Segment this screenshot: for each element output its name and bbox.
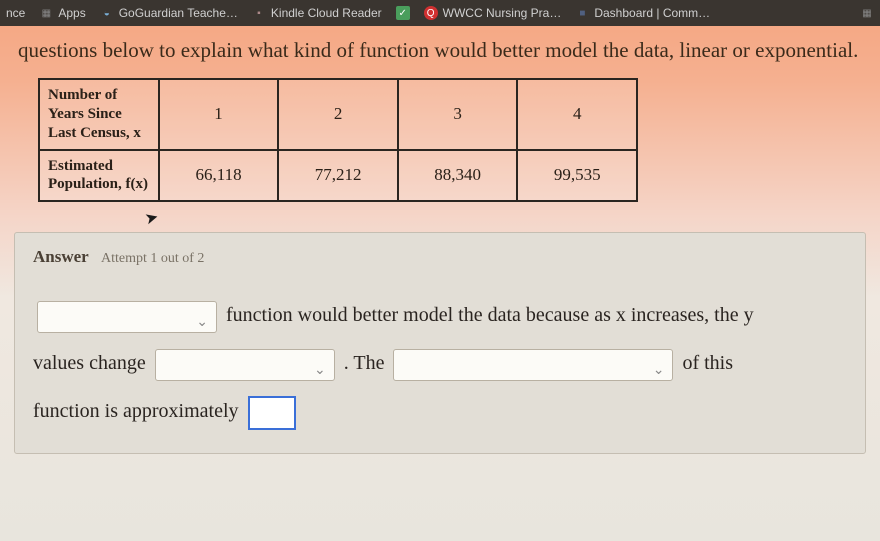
answer-heading: Answer xyxy=(33,247,89,266)
bookmark-label: WWCC Nursing Pra… xyxy=(443,6,562,20)
bookmark-overflow[interactable]: ▦ xyxy=(860,6,874,20)
row-header-years: Number of Years Since Last Census, x xyxy=(39,79,159,149)
row-header-population: Estimated Population, f(x) xyxy=(39,150,159,202)
answer-text: function would better model the data bec… xyxy=(226,304,754,326)
check-icon: ✓ xyxy=(396,6,410,20)
bookmark-kindle[interactable]: ▪ Kindle Cloud Reader xyxy=(252,6,382,20)
table-cell: 4 xyxy=(517,79,637,149)
answer-text: function is approximately xyxy=(33,400,239,422)
table-cell: 66,118 xyxy=(159,150,279,202)
folder-icon: ▦ xyxy=(39,6,53,20)
book-icon: ▪ xyxy=(252,6,266,20)
numeric-input[interactable] xyxy=(248,396,296,430)
answer-section: Answer Attempt 1 out of 2 function would… xyxy=(14,232,866,454)
bookmark-check[interactable]: ✓ xyxy=(396,6,410,20)
property-dropdown[interactable] xyxy=(393,349,673,381)
answer-text: . The xyxy=(344,352,385,374)
question-text: questions below to explain what kind of … xyxy=(0,26,880,78)
square-icon: ■ xyxy=(575,6,589,20)
bookmark-label: Kindle Cloud Reader xyxy=(271,6,382,20)
table-cell: 3 xyxy=(398,79,518,149)
data-table-wrap: Number of Years Since Last Census, x 1 2… xyxy=(0,78,880,212)
bookmarks-bar: nce ▦ Apps ◒ GoGuardian Teache… ▪ Kindle… xyxy=(0,0,880,26)
attempt-counter: Attempt 1 out of 2 xyxy=(101,251,204,266)
table-cell: 99,535 xyxy=(517,150,637,202)
change-type-dropdown[interactable] xyxy=(155,349,335,381)
answer-text: values change xyxy=(33,352,146,374)
bookmark-dashboard[interactable]: ■ Dashboard | Comm… xyxy=(575,6,710,20)
question-prompt: questions below to explain what kind of … xyxy=(18,38,858,62)
bookmark-wwcc[interactable]: Q WWCC Nursing Pra… xyxy=(424,6,562,20)
bookmark-label: nce xyxy=(6,6,25,20)
bookmark-label: Apps xyxy=(58,6,85,20)
bookmark-label: GoGuardian Teache… xyxy=(119,6,238,20)
bookmark-label: Dashboard | Comm… xyxy=(594,6,710,20)
bookmark-item[interactable]: nce xyxy=(6,6,25,20)
bookmark-goguardian[interactable]: ◒ GoGuardian Teache… xyxy=(100,6,238,20)
bookmark-apps[interactable]: ▦ Apps xyxy=(39,6,85,20)
answer-text: of this xyxy=(682,352,733,374)
shield-icon: ◒ xyxy=(100,6,114,20)
answer-header: Answer Attempt 1 out of 2 xyxy=(33,247,847,267)
folder-icon: ▦ xyxy=(860,6,874,20)
table-cell: 88,340 xyxy=(398,150,518,202)
function-type-dropdown[interactable] xyxy=(37,301,217,333)
table-cell: 1 xyxy=(159,79,279,149)
search-icon: Q xyxy=(424,6,438,20)
table-cell: 2 xyxy=(278,79,398,149)
table-cell: 77,212 xyxy=(278,150,398,202)
data-table: Number of Years Since Last Census, x 1 2… xyxy=(38,78,638,202)
answer-body: function would better model the data bec… xyxy=(33,291,847,435)
